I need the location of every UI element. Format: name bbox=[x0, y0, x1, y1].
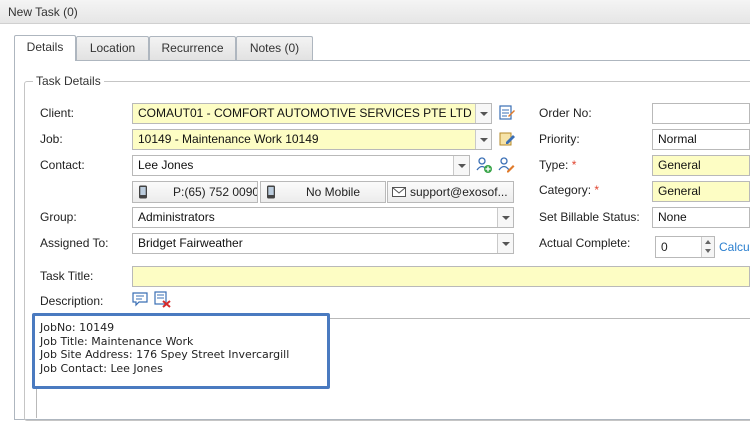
email-value: support@exosof... bbox=[410, 185, 508, 199]
edit-contact-icon[interactable] bbox=[497, 156, 515, 174]
group-label: Group: bbox=[40, 210, 77, 224]
window-title: New Task (0) bbox=[8, 5, 78, 19]
required-marker: * bbox=[594, 183, 600, 197]
priority-select[interactable]: Normal bbox=[652, 129, 750, 150]
mobile-icon bbox=[267, 185, 275, 199]
category-value: General bbox=[658, 184, 701, 198]
job-select[interactable]: 10149 - Maintenance Work 10149 bbox=[132, 129, 492, 150]
clear-description-icon[interactable] bbox=[154, 291, 171, 308]
client-value: COMAUT01 - COMFORT AUTOMOTIVE SERVICES P… bbox=[138, 106, 489, 120]
category-label: Category: * bbox=[539, 183, 599, 197]
email-button[interactable]: support@exosof... bbox=[387, 181, 514, 203]
group-select[interactable]: Administrators bbox=[132, 207, 514, 228]
billable-select[interactable]: None bbox=[652, 207, 750, 228]
order-no-label: Order No: bbox=[539, 106, 592, 120]
chevron-down-icon[interactable] bbox=[475, 104, 491, 123]
category-label-text: Category: bbox=[539, 183, 592, 197]
type-value: General bbox=[658, 158, 701, 172]
assigned-to-value: Bridget Fairweather bbox=[138, 236, 243, 250]
task-title-input[interactable] bbox=[132, 266, 750, 287]
chevron-down-icon[interactable] bbox=[475, 130, 491, 149]
chevron-down-icon[interactable] bbox=[497, 234, 513, 253]
description-line: JobNo: 10149 bbox=[40, 321, 115, 334]
chevron-down-icon[interactable] bbox=[453, 156, 469, 175]
description-line: Job Title: Maintenance Work bbox=[40, 334, 194, 348]
task-details-legend: Task Details bbox=[33, 74, 104, 88]
description-content: JobNo: 10149 Job Title: Maintenance Work J… bbox=[40, 321, 289, 375]
order-no-input[interactable] bbox=[652, 103, 750, 124]
contact-value: Lee Jones bbox=[138, 158, 194, 172]
tab-recurrence[interactable]: Recurrence bbox=[149, 36, 236, 60]
job-value: 10149 - Maintenance Work 10149 bbox=[138, 132, 319, 146]
client-select[interactable]: COMAUT01 - COMFORT AUTOMOTIVE SERVICES P… bbox=[132, 103, 492, 124]
job-label: Job: bbox=[40, 132, 63, 146]
add-contact-icon[interactable] bbox=[475, 156, 493, 174]
calculate-link[interactable]: Calcu bbox=[719, 240, 750, 254]
insert-note-icon[interactable] bbox=[132, 291, 148, 307]
stepper-arrows-icon[interactable] bbox=[701, 237, 714, 257]
type-select[interactable]: General bbox=[652, 155, 750, 176]
mobile-value: No Mobile bbox=[306, 185, 361, 199]
phone-button[interactable]: P:(65) 752 0090 bbox=[132, 181, 258, 203]
description-line: Job Contact: Lee Jones bbox=[40, 361, 163, 375]
contact-label: Contact: bbox=[40, 158, 85, 172]
group-value: Administrators bbox=[138, 210, 215, 224]
contact-select[interactable]: Lee Jones bbox=[132, 155, 470, 176]
required-marker: * bbox=[571, 158, 577, 172]
chevron-down-icon[interactable] bbox=[497, 208, 513, 227]
description-label: Description: bbox=[40, 294, 104, 308]
email-icon bbox=[392, 187, 406, 197]
job-edit-icon[interactable] bbox=[498, 130, 516, 148]
task-title-label: Task Title: bbox=[40, 269, 94, 283]
window-title-bar: New Task (0) bbox=[0, 0, 750, 24]
client-label: Client: bbox=[40, 106, 75, 120]
tab-notes[interactable]: Notes (0) bbox=[236, 36, 313, 60]
description-line: Job Site Address: 176 Spey Street Inverc… bbox=[40, 348, 290, 361]
client-details-icon[interactable] bbox=[498, 104, 516, 122]
actual-complete-value: 0 bbox=[661, 240, 668, 254]
type-label-text: Type: bbox=[539, 158, 569, 172]
tab-details[interactable]: Details bbox=[14, 35, 76, 61]
mobile-button[interactable]: No Mobile bbox=[260, 181, 386, 203]
category-select[interactable]: General bbox=[652, 181, 750, 202]
billable-value: None bbox=[658, 210, 687, 224]
priority-value: Normal bbox=[658, 132, 697, 146]
assigned-to-select[interactable]: Bridget Fairweather bbox=[132, 233, 514, 254]
type-label: Type: * bbox=[539, 158, 576, 172]
billable-label: Set Billable Status: bbox=[539, 210, 640, 224]
priority-label: Priority: bbox=[539, 132, 580, 146]
phone-value: P:(65) 752 0090 bbox=[173, 185, 258, 199]
phone-icon bbox=[139, 185, 147, 199]
actual-complete-stepper[interactable]: 0 bbox=[655, 236, 715, 258]
assigned-to-label: Assigned To: bbox=[40, 236, 109, 250]
actual-complete-label: Actual Complete: bbox=[539, 236, 631, 250]
tab-location[interactable]: Location bbox=[76, 36, 149, 60]
